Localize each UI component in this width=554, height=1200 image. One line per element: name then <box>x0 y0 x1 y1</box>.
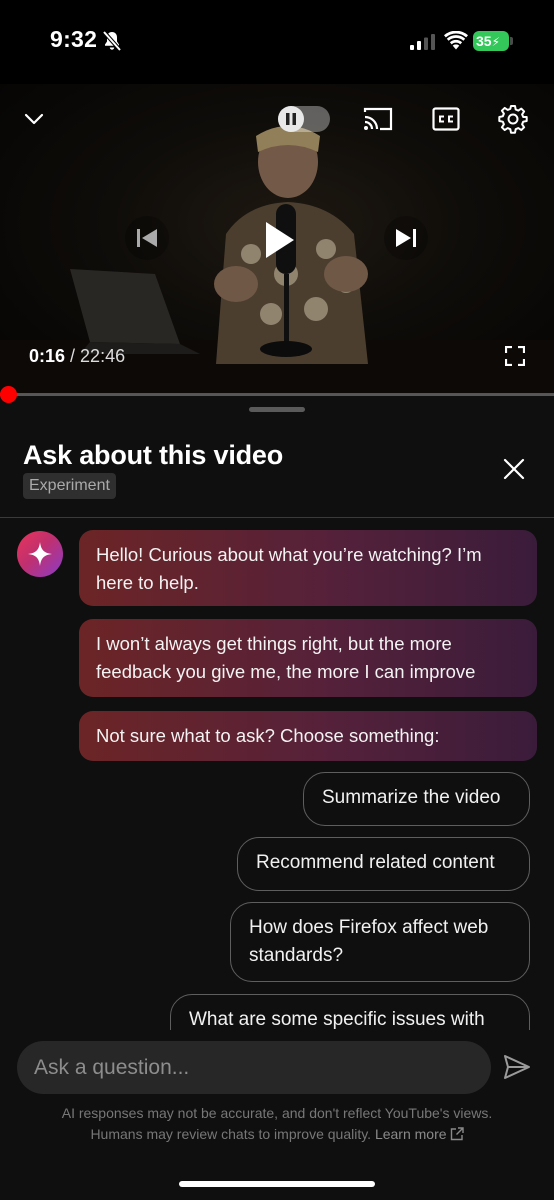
next-icon[interactable] <box>384 216 428 260</box>
home-indicator <box>179 1181 375 1187</box>
disclaimer: AI responses may not be accurate, and do… <box>0 1103 554 1145</box>
progress-scrubber[interactable] <box>0 386 17 403</box>
assistant-message: Not sure what to ask? Choose something: <box>79 711 537 761</box>
suggestion-firefox-standards[interactable]: How does Firefox affect web standards? <box>230 902 530 982</box>
disclaimer-line-1: AI responses may not be accurate, and do… <box>61 1105 493 1121</box>
fullscreen-icon[interactable] <box>505 346 525 366</box>
video-player[interactable]: 0:16 / 22:46 <box>0 84 554 394</box>
signal-icon <box>410 34 435 50</box>
disclaimer-text: Humans may review chats to improve quali… <box>90 1126 372 1142</box>
external-link-icon[interactable] <box>450 1127 464 1141</box>
autoplay-toggle[interactable] <box>278 106 330 132</box>
battery-level: 35 <box>476 33 492 49</box>
sparkle-icon <box>28 542 52 566</box>
ask-question-input[interactable] <box>17 1041 491 1094</box>
charging-icon: ⚡ <box>491 35 501 49</box>
status-bar: 9:32 35⚡ <box>0 0 554 84</box>
divider <box>0 517 554 518</box>
suggestion-recommend[interactable]: Recommend related content <box>237 837 530 891</box>
drag-handle[interactable] <box>249 407 305 412</box>
progress-bar[interactable] <box>0 393 554 396</box>
previous-icon[interactable] <box>125 216 169 260</box>
wifi-icon <box>444 31 468 50</box>
learn-more-link[interactable]: Learn more <box>375 1126 447 1142</box>
gear-icon[interactable] <box>498 104 528 134</box>
time-separator: / <box>65 346 81 366</box>
current-time: 0:16 <box>29 346 66 366</box>
send-icon[interactable] <box>503 1054 531 1080</box>
play-icon[interactable] <box>250 212 310 268</box>
chevron-down-icon[interactable] <box>20 106 48 130</box>
battery-cap <box>510 37 513 45</box>
assistant-message: Hello! Curious about what you’re watchin… <box>79 530 537 606</box>
assistant-message: I won’t always get things right, but the… <box>79 619 537 697</box>
cast-icon[interactable] <box>362 106 394 132</box>
battery-indicator: 35⚡ <box>473 31 509 51</box>
cc-icon[interactable] <box>432 106 460 132</box>
total-time: 22:46 <box>80 346 126 366</box>
time-display: 0:16 / 22:46 <box>29 346 125 367</box>
disclaimer-line-2: Humans may review chats to improve quali… <box>0 1124 554 1145</box>
bell-off-icon <box>102 30 122 52</box>
autoplay-knob <box>278 106 304 132</box>
pause-icon <box>286 113 296 125</box>
panel-title: Ask about this video <box>23 440 284 470</box>
suggestion-summarize[interactable]: Summarize the video <box>303 772 530 826</box>
close-icon[interactable] <box>500 455 528 483</box>
experiment-badge: Experiment <box>23 473 116 499</box>
status-time: 9:32 <box>50 26 98 52</box>
assistant-avatar <box>17 531 63 577</box>
